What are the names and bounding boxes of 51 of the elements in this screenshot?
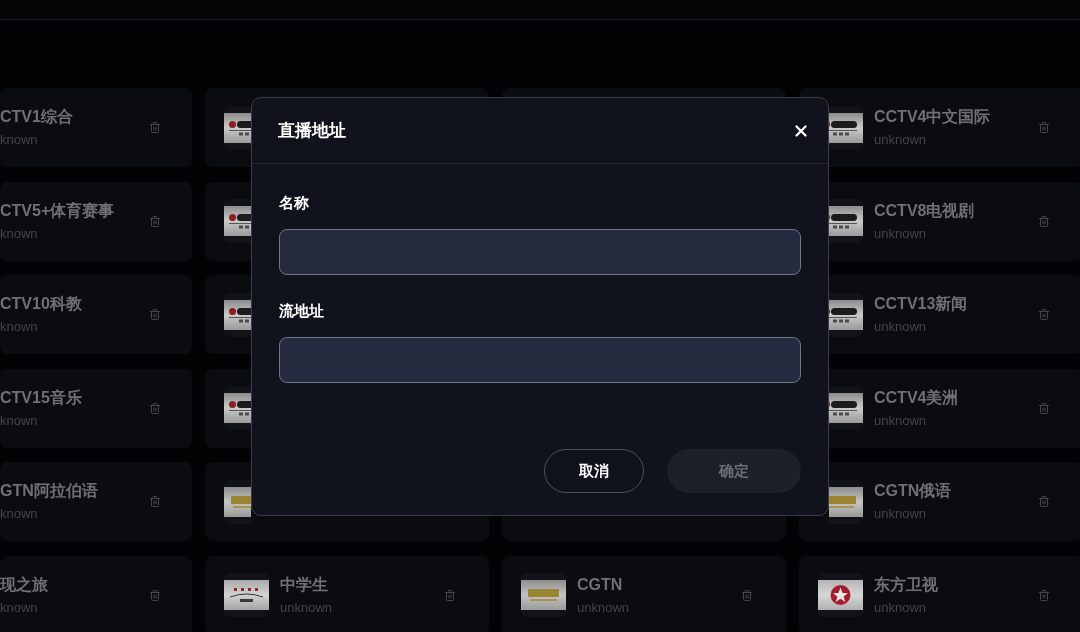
channel-status: unknown: [874, 411, 927, 430]
channel-status: known: [0, 318, 38, 336]
channel-status: unknown: [874, 505, 927, 523]
channel-name: CCTV4美洲: [874, 387, 959, 408]
logo-icon: [224, 573, 269, 617]
trash-icon[interactable]: [1038, 401, 1050, 415]
channel-name: CCTV8电视剧: [874, 200, 975, 221]
channel-name: CTV10科教: [0, 294, 82, 314]
channel-status: known: [0, 131, 38, 149]
trash-icon[interactable]: [1038, 308, 1050, 321]
channel-status: unknown: [874, 224, 927, 243]
channel-name: GTN阿拉伯语: [0, 481, 98, 501]
channel-status: unknown: [874, 598, 927, 617]
trash-icon[interactable]: [149, 308, 161, 321]
logo-icon: [521, 573, 566, 617]
trash-icon[interactable]: [1038, 121, 1050, 134]
channel-name: 现之旅: [0, 574, 48, 595]
channel-name: 东方卫视: [874, 574, 938, 595]
channel-status: unknown: [280, 598, 333, 617]
logo-icon: [818, 573, 863, 617]
channel-name: CTV5+体育赛事: [0, 200, 115, 221]
channel-status: unknown: [577, 598, 630, 617]
text-input[interactable]: [279, 337, 801, 383]
trash-icon[interactable]: [149, 121, 161, 134]
channel-name: CTV1综合: [0, 107, 73, 127]
channel-name: CCTV4中文国际: [874, 107, 991, 127]
dialog-title: 直播地址: [278, 119, 346, 142]
text-input[interactable]: [279, 229, 801, 275]
trash-icon[interactable]: [149, 401, 161, 415]
channel-name: CCTV13新闻: [874, 294, 968, 314]
trash-icon[interactable]: [149, 495, 161, 508]
channel-name: CTV15音乐: [0, 387, 82, 408]
channel-name: CGTN俄语: [874, 481, 952, 501]
trash-icon[interactable]: [741, 588, 753, 602]
trash-icon[interactable]: [149, 214, 161, 228]
channel-name: 中学生: [280, 574, 328, 595]
channel-status: unknown: [874, 318, 927, 336]
trash-icon[interactable]: [1038, 214, 1050, 228]
trash-icon[interactable]: [1038, 588, 1050, 602]
channel-status: known: [0, 598, 38, 617]
trash-icon[interactable]: [149, 588, 161, 602]
channel-status: unknown: [874, 131, 927, 149]
field-label: 流地址: [279, 301, 325, 321]
channel-status: known: [0, 505, 38, 523]
channel-name: CGTN: [577, 574, 623, 595]
channel-status: known: [0, 224, 38, 243]
trash-icon[interactable]: [1038, 495, 1050, 508]
trash-icon[interactable]: [444, 588, 456, 602]
field-label: 名称: [279, 193, 310, 213]
cancel-button[interactable]: 取消: [544, 449, 644, 493]
channel-status: known: [0, 411, 38, 430]
